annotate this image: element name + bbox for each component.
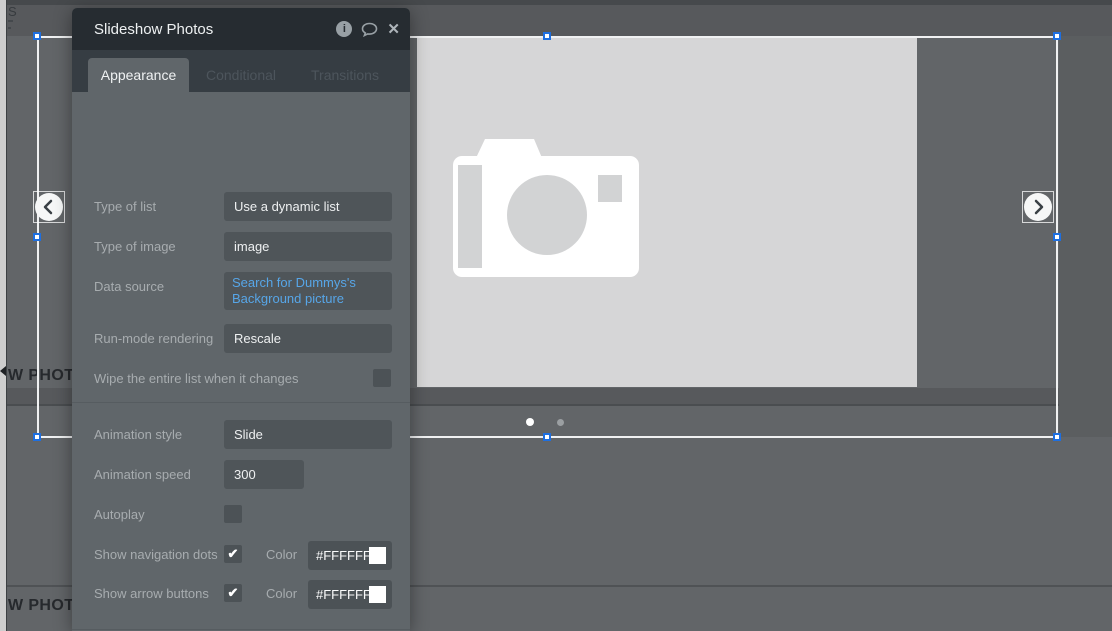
panel-tabbar: Appearance Conditional Transitions bbox=[72, 50, 410, 92]
resize-handle-bottom-left[interactable] bbox=[33, 433, 41, 441]
animation-style-dropdown[interactable]: Slide bbox=[224, 420, 392, 449]
tab-transitions[interactable]: Transitions bbox=[295, 58, 395, 92]
section-divider bbox=[72, 402, 410, 403]
panel-body: Type of list Use a dynamic list Type of … bbox=[72, 92, 410, 631]
check-icon: ✔ bbox=[228, 546, 239, 562]
data-source-label: Data source bbox=[94, 279, 164, 294]
clipped-mark bbox=[8, 27, 11, 29]
dots-color-input[interactable]: #FFFFFF bbox=[308, 541, 392, 570]
canvas-left-gutter bbox=[0, 0, 7, 631]
arrows-color-input[interactable]: #FFFFFF bbox=[308, 580, 392, 609]
tab-appearance[interactable]: Appearance bbox=[88, 58, 189, 92]
chevron-left-icon bbox=[35, 193, 63, 221]
data-source-line1: Search for Dummys's bbox=[232, 275, 384, 291]
info-icon[interactable]: i bbox=[336, 21, 352, 37]
type-of-image-value: image bbox=[234, 239, 269, 254]
type-of-list-dropdown[interactable]: Use a dynamic list bbox=[224, 192, 392, 221]
type-of-list-label: Type of list bbox=[94, 199, 156, 214]
arrows-color-label: Color bbox=[266, 586, 297, 601]
arrows-color-swatch[interactable] bbox=[369, 586, 386, 603]
resize-handle-mid-left[interactable] bbox=[33, 233, 41, 241]
resize-handle-top-center[interactable] bbox=[543, 32, 551, 40]
wipe-list-label: Wipe the entire list when it changes bbox=[94, 371, 299, 386]
run-mode-rendering-dropdown[interactable]: Rescale bbox=[224, 324, 392, 353]
collapse-arrow-icon[interactable] bbox=[0, 366, 6, 376]
animation-style-value: Slide bbox=[234, 427, 263, 442]
slideshow-prev-button[interactable] bbox=[33, 191, 65, 223]
tab-conditional[interactable]: Conditional bbox=[191, 58, 291, 92]
animation-speed-value: 300 bbox=[234, 467, 256, 482]
dots-color-label: Color bbox=[266, 547, 297, 562]
type-of-list-value: Use a dynamic list bbox=[234, 199, 339, 214]
resize-handle-top-left[interactable] bbox=[33, 32, 41, 40]
clipped-corner-text: S bbox=[8, 4, 17, 19]
autoplay-label: Autoplay bbox=[94, 507, 145, 522]
type-of-image-dropdown[interactable]: image bbox=[224, 232, 392, 261]
animation-style-label: Animation style bbox=[94, 427, 182, 442]
chevron-right-icon bbox=[1024, 193, 1052, 221]
comment-icon[interactable] bbox=[361, 22, 378, 37]
slideshow-next-button[interactable] bbox=[1022, 191, 1054, 223]
resize-handle-bottom-center[interactable] bbox=[543, 433, 551, 441]
dots-color-value: #FFFFFF bbox=[316, 548, 371, 563]
resize-handle-mid-right[interactable] bbox=[1053, 233, 1061, 241]
slideshow-dot-active[interactable] bbox=[526, 418, 534, 426]
check-icon: ✔ bbox=[228, 585, 239, 601]
type-of-image-label: Type of image bbox=[94, 239, 176, 254]
autoplay-checkbox[interactable] bbox=[224, 505, 242, 523]
bubble-editor-canvas: S W PHOTO W PHOTO Slideshow Photos bbox=[0, 0, 1112, 631]
show-navigation-dots-label: Show navigation dots bbox=[94, 547, 218, 562]
canvas-outside-page-area bbox=[1059, 36, 1112, 437]
show-navigation-dots-checkbox[interactable]: ✔ bbox=[224, 545, 242, 563]
property-editor-panel: Slideshow Photos i ✕ Appearance Conditio… bbox=[72, 8, 410, 631]
run-mode-rendering-label: Run-mode rendering bbox=[94, 331, 213, 346]
run-mode-rendering-value: Rescale bbox=[234, 331, 281, 346]
animation-speed-dropdown[interactable]: 300 bbox=[224, 460, 304, 489]
dots-color-swatch[interactable] bbox=[369, 547, 386, 564]
resize-handle-bottom-right[interactable] bbox=[1053, 433, 1061, 441]
data-source-line2: Background picture bbox=[232, 291, 384, 307]
animation-speed-label: Animation speed bbox=[94, 467, 191, 482]
property-editor-titlebar[interactable]: Slideshow Photos i ✕ bbox=[72, 8, 410, 50]
slideshow-dot-inactive[interactable] bbox=[557, 419, 564, 426]
data-source-expression[interactable]: Search for Dummys's Background picture bbox=[224, 272, 392, 310]
wipe-list-checkbox[interactable] bbox=[373, 369, 391, 387]
arrows-color-value: #FFFFFF bbox=[316, 587, 371, 602]
resize-handle-top-right[interactable] bbox=[1053, 32, 1061, 40]
clipped-mark bbox=[8, 20, 13, 22]
close-icon[interactable]: ✕ bbox=[387, 20, 400, 38]
panel-title: Slideshow Photos bbox=[94, 21, 213, 38]
show-arrow-buttons-checkbox[interactable]: ✔ bbox=[224, 584, 242, 602]
section-divider bbox=[72, 629, 410, 630]
show-arrow-buttons-label: Show arrow buttons bbox=[94, 586, 209, 601]
